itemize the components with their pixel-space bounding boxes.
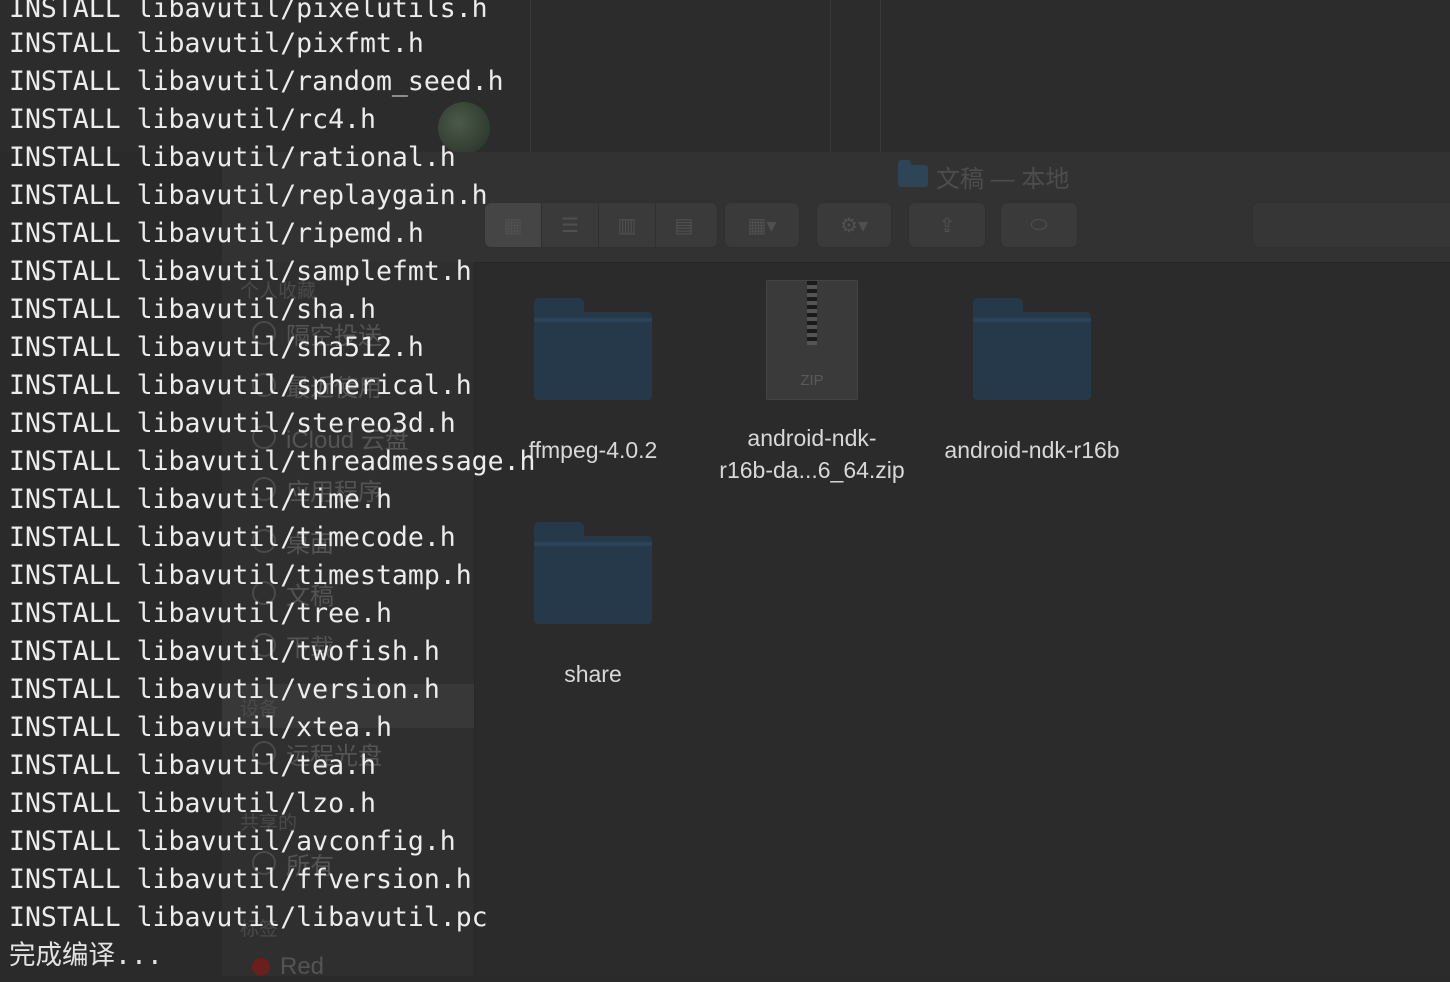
window-title-text: 文稿 — 本地 bbox=[936, 165, 1070, 193]
terminal-line: INSTALL libavutil/threadmessage.h bbox=[9, 446, 536, 477]
group-icon: ▦▾ bbox=[747, 214, 777, 237]
folder-icon bbox=[898, 160, 928, 187]
terminal-line: INSTALL libavutil/rational.h bbox=[9, 142, 456, 173]
gallery-view-button[interactable]: ▤ bbox=[656, 203, 712, 247]
terminal-status-line: 完成编译... bbox=[9, 940, 163, 971]
file-grid: ffmpeg-4.0.2 ZIP android-ndk- r16b-da...… bbox=[475, 262, 1450, 976]
columns-icon: ▥ bbox=[617, 214, 637, 237]
terminal-line: INSTALL libavutil/spherical.h bbox=[9, 370, 472, 401]
terminal-line: INSTALL libavutil/pixelutils.h bbox=[9, 0, 488, 24]
view-mode-group: ▦ ☰ ▥ ▤ bbox=[484, 202, 718, 248]
window-title: 文稿 — 本地 bbox=[898, 160, 1070, 193]
terminal-line: INSTALL libavutil/sha.h bbox=[9, 294, 376, 325]
sidebar-item-tag-red[interactable]: Red bbox=[252, 952, 324, 982]
terminal-line: INSTALL libavutil/sha512.h bbox=[9, 332, 424, 363]
file-name: android-ndk-r16b bbox=[944, 437, 1120, 463]
divider bbox=[530, 0, 531, 152]
column-view-button[interactable]: ▥ bbox=[599, 203, 656, 247]
terminal-line: INSTALL libavutil/twofish.h bbox=[9, 636, 440, 667]
terminal-line: INSTALL libavutil/version.h bbox=[9, 674, 440, 705]
action-button[interactable]: ⚙▾ bbox=[816, 202, 892, 248]
file-item-android-ndk-r16b[interactable]: android-ndk-r16b bbox=[932, 298, 1132, 466]
file-name-line: r16b-da...6_64.zip bbox=[719, 457, 905, 483]
terminal-line: INSTALL libavutil/replaygain.h bbox=[9, 180, 488, 211]
list-view-button[interactable]: ☰ bbox=[542, 203, 599, 247]
tag-icon: ⬭ bbox=[1030, 213, 1048, 236]
terminal-line: INSTALL libavutil/tree.h bbox=[9, 598, 392, 629]
tags-button[interactable]: ⬭ bbox=[1000, 202, 1078, 248]
terminal-line: INSTALL libavutil/time.h bbox=[9, 484, 392, 515]
folder-icon bbox=[534, 298, 652, 400]
terminal-line: INSTALL libavutil/xtea.h bbox=[9, 712, 392, 743]
terminal-line: INSTALL libavutil/rc4.h bbox=[9, 104, 376, 135]
file-item-android-ndk-zip[interactable]: ZIP android-ndk- r16b-da...6_64.zip bbox=[712, 280, 912, 486]
folder-icon bbox=[534, 522, 652, 624]
terminal-line: INSTALL libavutil/ffversion.h bbox=[9, 864, 472, 895]
terminal-line: INSTALL libavutil/ripemd.h bbox=[9, 218, 424, 249]
search-input[interactable] bbox=[1252, 202, 1450, 248]
gear-icon: ⚙▾ bbox=[840, 214, 868, 237]
icon-view-button[interactable]: ▦ bbox=[485, 203, 542, 247]
terminal-line: INSTALL libavutil/libavutil.pc bbox=[9, 902, 488, 933]
terminal-line: INSTALL libavutil/pixfmt.h bbox=[9, 28, 424, 59]
gallery-icon: ▤ bbox=[674, 214, 694, 237]
file-item-share[interactable]: share bbox=[493, 522, 693, 690]
share-button[interactable]: ⇪ bbox=[908, 202, 986, 248]
terminal-line: INSTALL libavutil/avconfig.h bbox=[9, 826, 456, 857]
folder-icon bbox=[973, 298, 1091, 400]
terminal-line: INSTALL libavutil/samplefmt.h bbox=[9, 256, 472, 287]
zip-file-icon: ZIP bbox=[766, 280, 858, 400]
sidebar-item-label: Red bbox=[280, 953, 325, 980]
terminal-line: INSTALL libavutil/lzo.h bbox=[9, 788, 376, 819]
divider bbox=[880, 0, 881, 152]
list-icon: ☰ bbox=[561, 214, 579, 237]
terminal-line: INSTALL libavutil/tea.h bbox=[9, 750, 376, 781]
grid-icon: ▦ bbox=[503, 214, 523, 237]
file-name: android-ndk- r16b-da...6_64.zip bbox=[712, 422, 912, 486]
terminal-line: INSTALL libavutil/stereo3d.h bbox=[9, 408, 456, 439]
group-by-button[interactable]: ▦▾ bbox=[724, 202, 800, 248]
file-name-line: android-ndk- bbox=[747, 425, 877, 451]
zipper-icon bbox=[807, 281, 817, 345]
red-tag-icon bbox=[252, 958, 270, 976]
terminal-line: INSTALL libavutil/timecode.h bbox=[9, 522, 456, 553]
terminal-line: INSTALL libavutil/random_seed.h bbox=[9, 66, 504, 97]
divider bbox=[830, 0, 831, 152]
zip-badge: ZIP bbox=[800, 372, 824, 389]
terminal-line: INSTALL libavutil/timestamp.h bbox=[9, 560, 472, 591]
share-icon: ⇪ bbox=[938, 214, 956, 237]
file-name: share bbox=[564, 661, 622, 687]
